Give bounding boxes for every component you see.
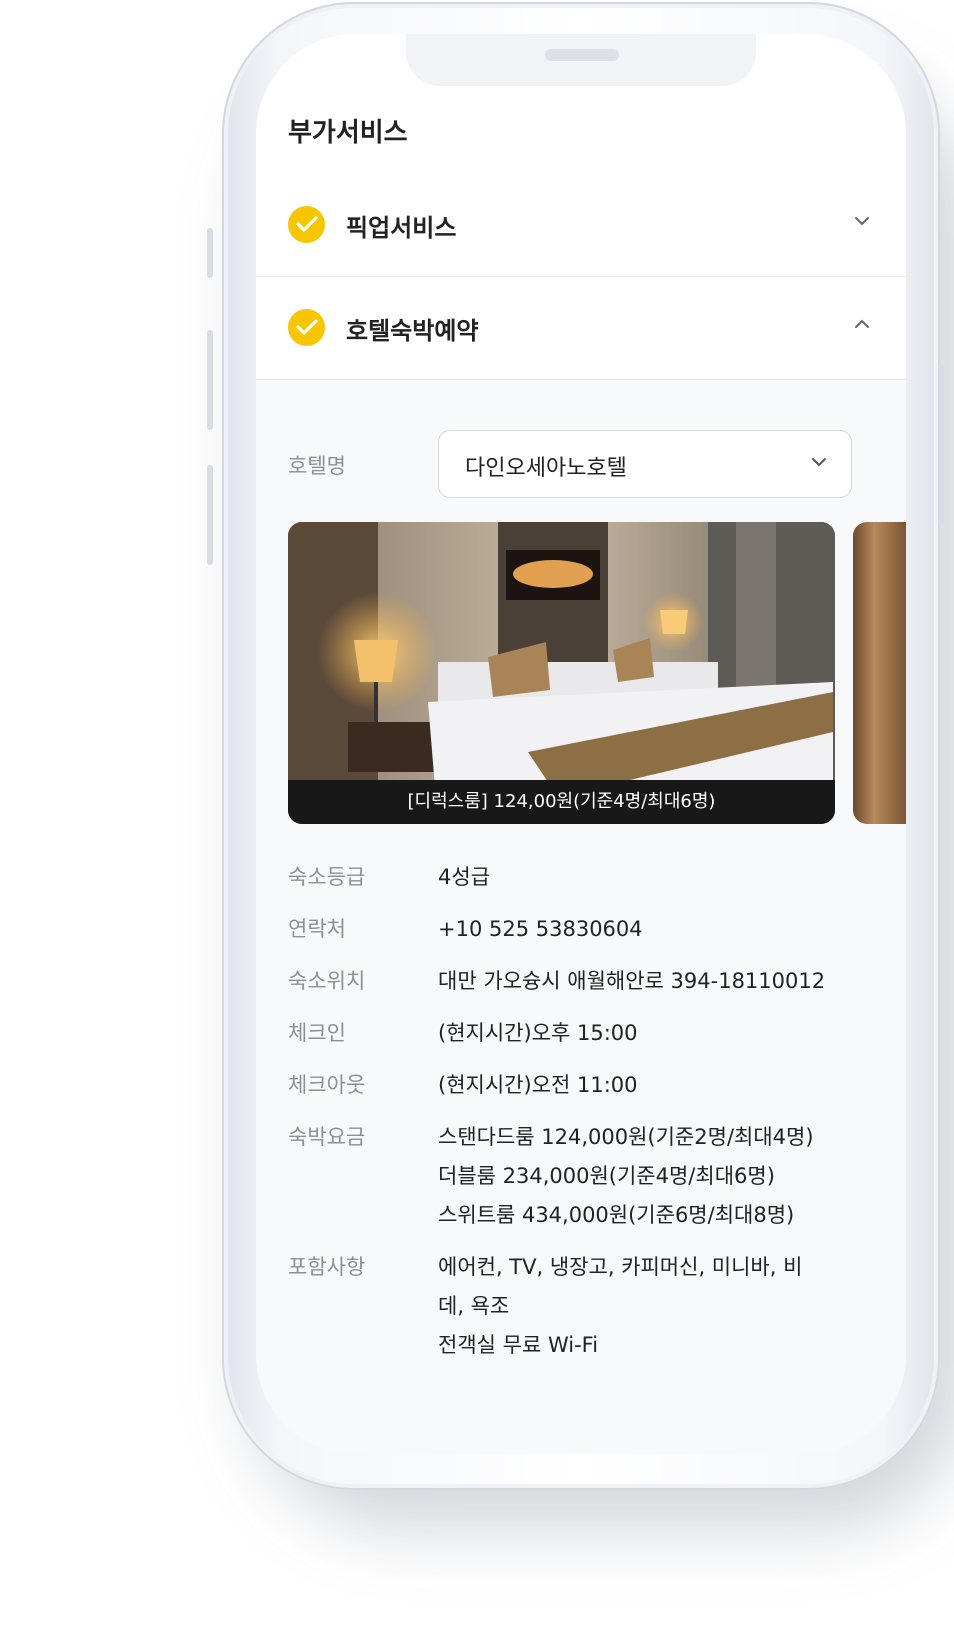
accordion-hotel-booking[interactable]: 호텔숙박예약: [256, 277, 906, 380]
hotel-name-label: 호텔명: [288, 454, 346, 478]
accordion-pickup-service[interactable]: 픽업서비스: [256, 174, 906, 277]
chevron-up-icon[interactable]: [854, 319, 870, 329]
chevron-down-icon[interactable]: [854, 216, 870, 226]
hotel-select[interactable]: 다인오세아노호텔: [438, 430, 852, 498]
speaker-grille: [545, 49, 619, 61]
phone-screen: 부가서비스 픽업서비스 호텔숙박예약 호텔명 다인오세아노호텔 [디럭스룸] 1…: [256, 34, 906, 1454]
detail-value: 스탠다드룸 124,000원(기준2명/최대4명) 더블룸 234,000원(기…: [438, 1125, 814, 1227]
detail-value: 4성급: [438, 865, 491, 889]
detail-value: (현지시간)오전 11:00: [438, 1073, 638, 1097]
volume-up-button: [207, 330, 213, 430]
hotel-room-photo[interactable]: [디럭스룸] 124,00원(기준4명/최대6명): [288, 522, 835, 824]
detail-key: 숙박요금: [288, 1125, 366, 1149]
hotel-room-image: [288, 522, 835, 824]
check-circle-icon: [288, 206, 325, 243]
notch: [406, 34, 756, 86]
detail-value: 에어컨, TV, 냉장고, 카피머신, 미니바, 비 데, 욕조 전객실 무료 …: [438, 1255, 803, 1357]
detail-value: 대만 가오슝시 애월해안로 394-18110012: [438, 969, 826, 993]
power-button: [938, 365, 944, 525]
mute-switch: [207, 228, 213, 278]
accordion-label: 호텔숙박예약: [346, 317, 479, 345]
detail-key: 연락처: [288, 917, 346, 941]
section-title: 부가서비스: [288, 118, 408, 148]
hotel-select-value: 다인오세아노호텔: [465, 456, 627, 481]
check-circle-icon: [288, 309, 325, 346]
chevron-down-icon: [812, 458, 826, 467]
volume-down-button: [207, 465, 213, 565]
detail-value: +10 525 53830604: [438, 917, 643, 941]
scroll-fade: [256, 1420, 906, 1454]
next-photo-peek[interactable]: [853, 522, 906, 824]
hotel-booking-panel: 호텔명 다인오세아노호텔 [디럭스룸] 124,00원(기준4명/최대6명) 숙…: [256, 380, 906, 1454]
detail-key: 체크아웃: [288, 1073, 366, 1097]
accordion-label: 픽업서비스: [346, 214, 457, 242]
photo-caption: [디럭스룸] 124,00원(기준4명/최대6명): [288, 780, 835, 824]
detail-value: (현지시간)오후 15:00: [438, 1021, 638, 1045]
detail-key: 포함사항: [288, 1255, 366, 1279]
detail-key: 체크인: [288, 1021, 346, 1045]
detail-key: 숙소위치: [288, 969, 366, 993]
detail-key: 숙소등급: [288, 865, 366, 889]
